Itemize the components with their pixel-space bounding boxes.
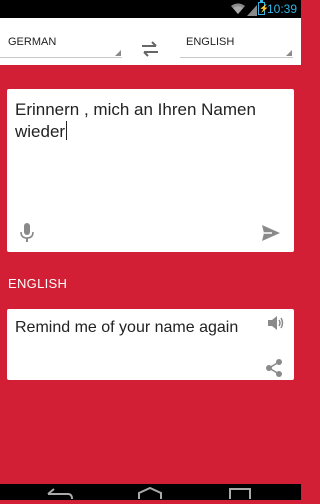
target-language-select[interactable]: ENGLISH — [180, 26, 293, 58]
swap-languages-button[interactable] — [139, 40, 161, 58]
target-language-label: ENGLISH — [186, 36, 235, 48]
home-icon[interactable] — [137, 486, 163, 504]
battery-icon: ⚡ — [258, 0, 269, 15]
source-language-label: GERMAN — [8, 36, 57, 48]
translation-text: Remind me of your name again — [15, 319, 239, 336]
input-card: Erinnern , mich an Ihren Namen wieder — [7, 89, 294, 252]
input-text-field[interactable]: Erinnern , mich an Ihren Namen wieder — [15, 99, 287, 143]
output-language-label: ENGLISH — [8, 276, 68, 291]
dropdown-corner-icon — [286, 50, 292, 56]
speaker-icon[interactable] — [267, 315, 285, 336]
recent-apps-icon[interactable] — [226, 486, 252, 504]
dropdown-corner-icon — [115, 50, 121, 56]
output-card: Remind me of your name again — [7, 309, 294, 380]
swap-icon — [142, 41, 158, 57]
text-cursor — [66, 121, 68, 140]
back-icon[interactable] — [46, 486, 74, 504]
status-bar: ⚡ 10:39 — [0, 0, 301, 18]
share-icon[interactable] — [265, 359, 283, 382]
language-bar: GERMAN ENGLISH — [0, 18, 301, 65]
microphone-icon[interactable] — [20, 223, 34, 248]
status-time: 10:39 — [266, 2, 297, 16]
send-icon[interactable] — [261, 223, 281, 248]
source-language-select[interactable]: GERMAN — [0, 26, 122, 58]
navigation-bar — [0, 484, 301, 502]
input-text-value: Erinnern , mich an Ihren Namen wieder — [15, 100, 256, 141]
